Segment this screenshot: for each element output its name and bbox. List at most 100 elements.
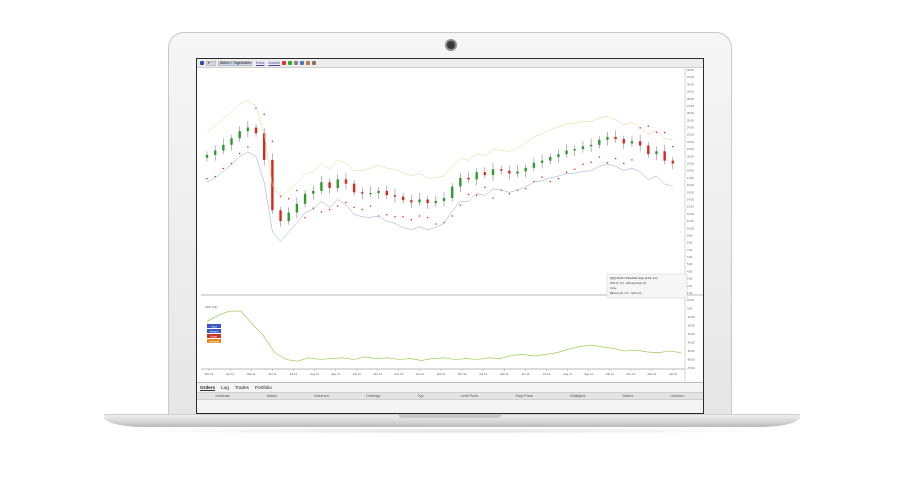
- time-tick-label: Apr 14: [479, 372, 487, 376]
- sar-dot: [238, 152, 241, 155]
- sar-dot: [369, 205, 372, 207]
- column-header[interactable]: Volumen: [314, 394, 329, 398]
- candle-down: [638, 141, 642, 146]
- tab-trades[interactable]: Trades: [235, 385, 249, 390]
- sar-dot: [663, 131, 666, 134]
- tab-orders[interactable]: Orders: [200, 385, 216, 391]
- sell-button-label: Verkauf: [210, 329, 219, 333]
- price-tick-label: 9.00: [687, 233, 693, 237]
- envelope-upper-line: [206, 99, 673, 198]
- close-icon[interactable]: [282, 61, 287, 65]
- sar-dot: [590, 161, 592, 163]
- price-tick-label: 10.00: [687, 226, 694, 230]
- price-tick-label: 24.00: [687, 126, 694, 130]
- sar-dot: [524, 187, 527, 190]
- column-header[interactable]: Stop Preis: [515, 394, 533, 398]
- time-tick-label: Nov 13: [373, 372, 382, 376]
- sar-dot: [614, 157, 617, 160]
- price-tick-label: 6.00: [687, 255, 693, 259]
- tab-log[interactable]: Log: [221, 385, 229, 390]
- candle-up: [573, 149, 576, 151]
- time-tick-label: Okt 14: [606, 372, 614, 376]
- price-tick-label: 12.00: [687, 212, 694, 216]
- print-icon[interactable]: [312, 61, 317, 65]
- menu-view[interactable]: Ansicht: [268, 61, 280, 65]
- price-tick-label: 7.00: [687, 248, 693, 252]
- price-tick-label: 22.00: [687, 140, 694, 144]
- sar-dot: [631, 159, 633, 161]
- price-tick-label: 29.00: [687, 90, 694, 94]
- column-header[interactable]: Status: [622, 394, 633, 398]
- app-logo-icon: [200, 61, 204, 65]
- chart-grid: [201, 68, 703, 382]
- price-tick-label: 13.00: [687, 205, 694, 209]
- sar-dot: [451, 215, 453, 217]
- price-tick-label: 23.00: [687, 133, 694, 137]
- candle-up: [377, 190, 380, 194]
- time-tick-label: Mai 14: [500, 372, 509, 376]
- price-tick-label: 1.00: [687, 291, 693, 295]
- candle-up: [295, 203, 299, 213]
- sar-dot: [467, 193, 470, 196]
- laptop-notch: [398, 414, 502, 418]
- sar-dot: [492, 197, 494, 199]
- column-header[interactable]: Löschen: [670, 394, 684, 398]
- candle-up: [475, 172, 478, 180]
- instrument-select[interactable]: Aktien / Tagesdaten: [218, 60, 252, 66]
- toolbar: ▾ Aktien / Tagesdaten Extra Ansicht: [197, 59, 703, 68]
- price-tick-label: 21.00: [687, 147, 694, 151]
- price-tick-label: 27.00: [687, 104, 694, 108]
- candle-down: [393, 195, 397, 197]
- price-tick-label: 25.00: [687, 118, 694, 122]
- sar-dot: [312, 207, 314, 209]
- candle-up: [287, 212, 290, 222]
- candle-down: [671, 160, 675, 164]
- column-header[interactable]: Kontrakt: [215, 394, 229, 398]
- sar-dot: [386, 213, 388, 216]
- laptop-shadow: [120, 428, 784, 434]
- column-header[interactable]: Gültigkeit: [570, 394, 586, 398]
- candle-up: [230, 138, 233, 145]
- sar-dot: [459, 204, 462, 206]
- time-tick-label: Dez 13: [395, 372, 404, 376]
- legend-title: QQQ DAILY Parabolic Stop (0.02, 0.2): [610, 276, 658, 280]
- column-header[interactable]: Typ: [417, 394, 423, 398]
- settings-icon[interactable]: [294, 61, 299, 65]
- candle-down: [279, 210, 282, 222]
- candle-down: [508, 170, 511, 174]
- column-header[interactable]: Ordertyp: [366, 394, 381, 398]
- price-tick-label: 15.00: [687, 190, 694, 194]
- candle-up: [524, 167, 527, 172]
- symbol-select[interactable]: ▾: [206, 60, 216, 66]
- zoom-icon[interactable]: [300, 61, 305, 65]
- indicator-tick-label: -40.00: [687, 341, 695, 345]
- candle-up: [418, 199, 421, 203]
- candlestick-plot: [205, 99, 675, 242]
- column-header[interactable]: Limit Preis: [461, 394, 479, 398]
- sar-dot: [345, 201, 347, 204]
- refresh-icon[interactable]: [288, 61, 293, 65]
- price-tick-label: 30.00: [687, 82, 694, 86]
- candle-up: [442, 198, 446, 201]
- candle-down: [344, 179, 348, 184]
- candle-up: [516, 171, 519, 174]
- legend-line-3: BBands (20, 2.0) · SMA (14): [610, 292, 642, 295]
- candle-down: [410, 200, 413, 203]
- exit-button-label: Ausst.: [210, 334, 217, 338]
- menu-extra[interactable]: Extra: [256, 61, 264, 65]
- select-button-label: Auswahl: [209, 339, 219, 343]
- time-tick-label: Jan 14: [416, 372, 425, 376]
- price-tick-label: 16.00: [687, 183, 694, 187]
- price-chart[interactable]: 32.00 31.00 30.00 29.00 28.00 27.00 26.00 25.00…: [197, 68, 703, 382]
- sar-dot: [582, 163, 584, 165]
- column-header[interactable]: Aktion: [267, 394, 278, 398]
- price-tick-label: 5.00: [687, 262, 693, 266]
- sar-dot: [426, 216, 429, 219]
- time-tick-label: Mrz 13: [205, 372, 214, 376]
- indicator-tick-label: -20.00: [687, 324, 695, 328]
- time-tick-label: Dez 14: [648, 372, 657, 376]
- sar-dot: [549, 180, 551, 183]
- tab-portfolio[interactable]: Portfolio: [255, 385, 272, 390]
- draw-icon[interactable]: [306, 61, 311, 65]
- candle-up: [549, 157, 552, 161]
